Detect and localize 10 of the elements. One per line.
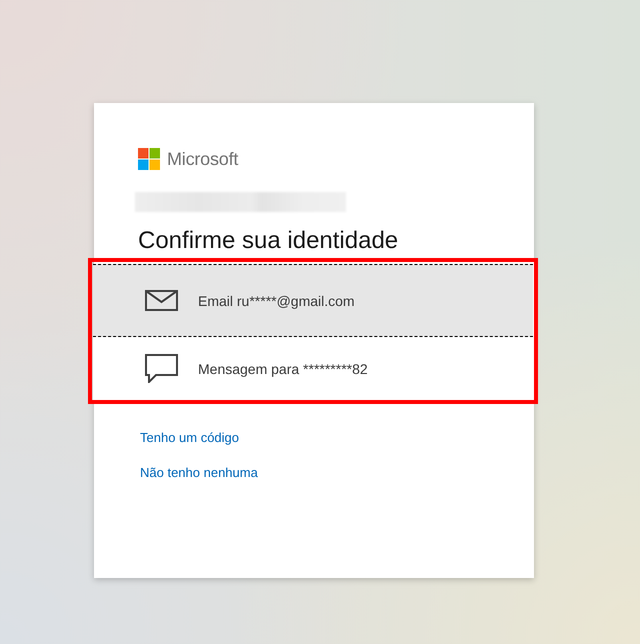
- option-label: Email ru*****@gmail.com: [198, 292, 355, 308]
- speech-bubble-icon: [145, 354, 178, 383]
- logo-icon: [138, 148, 160, 170]
- option-label: Mensagem para *********82: [198, 360, 368, 376]
- brand-name: Microsoft: [167, 148, 238, 171]
- text-link[interactable]: Tenho um código: [140, 430, 240, 446]
- verification-option[interactable]: Email ru*****@gmail.com: [93, 264, 533, 337]
- text-link[interactable]: Não tenho nenhuma: [140, 465, 258, 481]
- envelope-icon: [145, 290, 178, 311]
- page-heading: Confirme sua identidade: [138, 226, 400, 256]
